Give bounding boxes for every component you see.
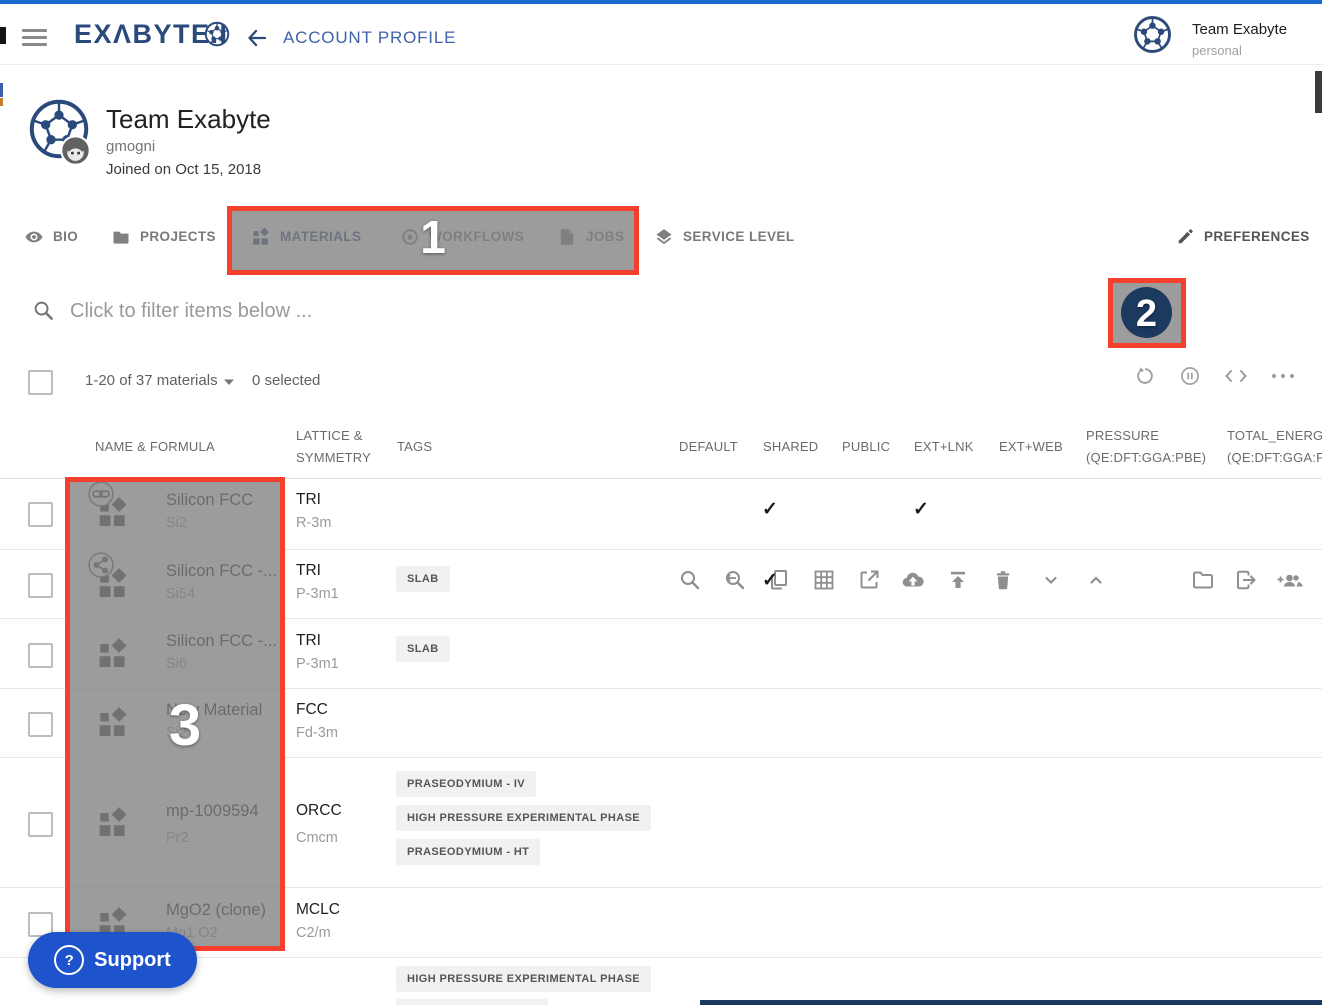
selected-count-label: 0 selected [252, 372, 320, 389]
list-controls: 1-20 of 37 materials 0 selected [0, 347, 1322, 412]
annotation-marker-2: 2 [1121, 293, 1172, 336]
tag-chip: HIGH PRESSURE EXPERIMENTAL PHASE [396, 966, 651, 992]
tab-projects[interactable]: PROJECTS [111, 205, 216, 268]
pause-circle-icon[interactable] [1179, 365, 1201, 387]
account-name[interactable]: Team Exabyte [1192, 21, 1287, 38]
question-mark-icon: ? [54, 945, 84, 975]
tab-bio[interactable]: BIO [24, 205, 78, 268]
tag-chip-partial [396, 999, 548, 1005]
column-pressure[interactable]: PRESSURE [1086, 428, 1159, 443]
table-header: NAME & FORMULA LATTICE & SYMMETRY TAGS D… [0, 412, 1322, 479]
tag-chip: PRASEODYMIUM - IV [396, 771, 536, 797]
column-lattice-line2[interactable]: SYMMETRY [296, 450, 371, 465]
lattice-type: TRI [296, 491, 321, 509]
lattice-type: MCLC [296, 901, 340, 919]
folder-icon [111, 227, 131, 247]
tag-chip: PRASEODYMIUM - HT [396, 839, 540, 865]
row-checkbox[interactable] [28, 502, 53, 527]
pagination-caret-icon[interactable] [222, 376, 236, 388]
row-checkbox[interactable] [28, 712, 53, 737]
back-arrow-icon[interactable] [243, 26, 271, 50]
pencil-icon [1176, 227, 1195, 246]
profile-joined-date: Joined on Oct 15, 2018 [106, 161, 261, 178]
page-title: ACCOUNT PROFILE [283, 28, 456, 48]
tag-chip: SLAB [396, 566, 450, 592]
eye-icon [24, 227, 44, 247]
profile-tabs: BIO PROJECTS MATERIALS [0, 205, 1322, 269]
code-icon[interactable] [1224, 367, 1248, 385]
row-checkbox[interactable] [28, 643, 53, 668]
profile-name: Team Exabyte [106, 104, 271, 135]
screen-edge-artifact [0, 83, 3, 97]
column-shared[interactable]: SHARED [763, 439, 818, 454]
shared-checkmark: ✓ [762, 569, 778, 592]
row-checkbox[interactable] [28, 812, 53, 837]
column-ext-web[interactable]: EXT+WEB [999, 439, 1063, 454]
screen-edge-artifact [1315, 71, 1322, 113]
horizontal-scrollbar[interactable] [700, 1000, 1322, 1005]
shared-checkmark: ✓ [762, 498, 778, 521]
select-all-checkbox[interactable] [28, 370, 53, 395]
symmetry-group: C2/m [296, 925, 331, 941]
ext-lnk-checkmark: ✓ [913, 498, 929, 521]
screen-edge-artifact [0, 98, 3, 106]
symmetry-group: Fd-3m [296, 725, 338, 741]
column-lattice[interactable]: LATTICE & [296, 428, 363, 443]
symmetry-group: P-3m1 [296, 656, 339, 672]
annotation-marker-3: 3 [150, 692, 220, 759]
lattice-type: TRI [296, 632, 321, 650]
profile-username: gmogni [106, 138, 155, 155]
lattice-type: ORCC [296, 802, 342, 820]
screen-edge-artifact [0, 27, 6, 44]
symmetry-group: R-3m [296, 515, 331, 531]
account-avatar[interactable] [1132, 14, 1173, 55]
app-bar: EXΛBYTE.I ACCOUNT PROFILE Team Ex [0, 4, 1322, 65]
tag-chip: SLAB [396, 636, 450, 662]
column-public[interactable]: PUBLIC [842, 439, 890, 454]
lattice-type: TRI [296, 562, 321, 580]
column-default[interactable]: DEFAULT [679, 439, 738, 454]
search-icon [32, 299, 55, 322]
tag-chip: HIGH PRESSURE EXPERIMENTAL PHASE [396, 805, 651, 831]
refresh-icon[interactable] [1134, 365, 1156, 387]
annotation-marker-1: 1 [227, 210, 639, 264]
column-total-energy-line2[interactable]: (QE:DFT:GGA:PBE) [1227, 450, 1322, 465]
column-name-formula[interactable]: NAME & FORMULA [95, 439, 215, 454]
support-label: Support [94, 949, 171, 972]
tab-preferences[interactable]: PREFERENCES [1176, 205, 1310, 268]
lattice-type: FCC [296, 701, 328, 719]
column-total-energy[interactable]: TOTAL_ENERGY [1227, 428, 1322, 443]
symmetry-group: Cmcm [296, 830, 338, 846]
profile-face-badge-icon [60, 135, 91, 166]
layers-icon [654, 227, 674, 247]
account-type: personal [1192, 43, 1242, 58]
row-checkbox[interactable] [28, 573, 53, 598]
exabyte-ball-icon [204, 21, 230, 47]
profile-section: Team Exabyte gmogni Joined on Oct 15, 20… [0, 64, 1322, 205]
symmetry-group: P-3m1 [296, 586, 339, 602]
pagination-label[interactable]: 1-20 of 37 materials [85, 372, 218, 389]
table-row[interactable]: HIGH PRESSURE EXPERIMENTAL PHASE [0, 957, 1322, 1005]
menu-icon[interactable] [22, 25, 47, 50]
tab-service-level[interactable]: SERVICE LEVEL [654, 205, 794, 268]
column-pressure-line2[interactable]: (QE:DFT:GGA:PBE) [1086, 450, 1206, 465]
support-button[interactable]: ? Support [28, 932, 197, 988]
more-horiz-icon[interactable] [1270, 372, 1296, 380]
account-profile-page: EXΛBYTE.I ACCOUNT PROFILE Team Ex [0, 0, 1322, 1005]
filter-input[interactable]: Click to filter items below ... [70, 300, 312, 323]
column-tags[interactable]: TAGS [397, 439, 432, 454]
column-ext-lnk[interactable]: EXT+LNK [914, 439, 974, 454]
